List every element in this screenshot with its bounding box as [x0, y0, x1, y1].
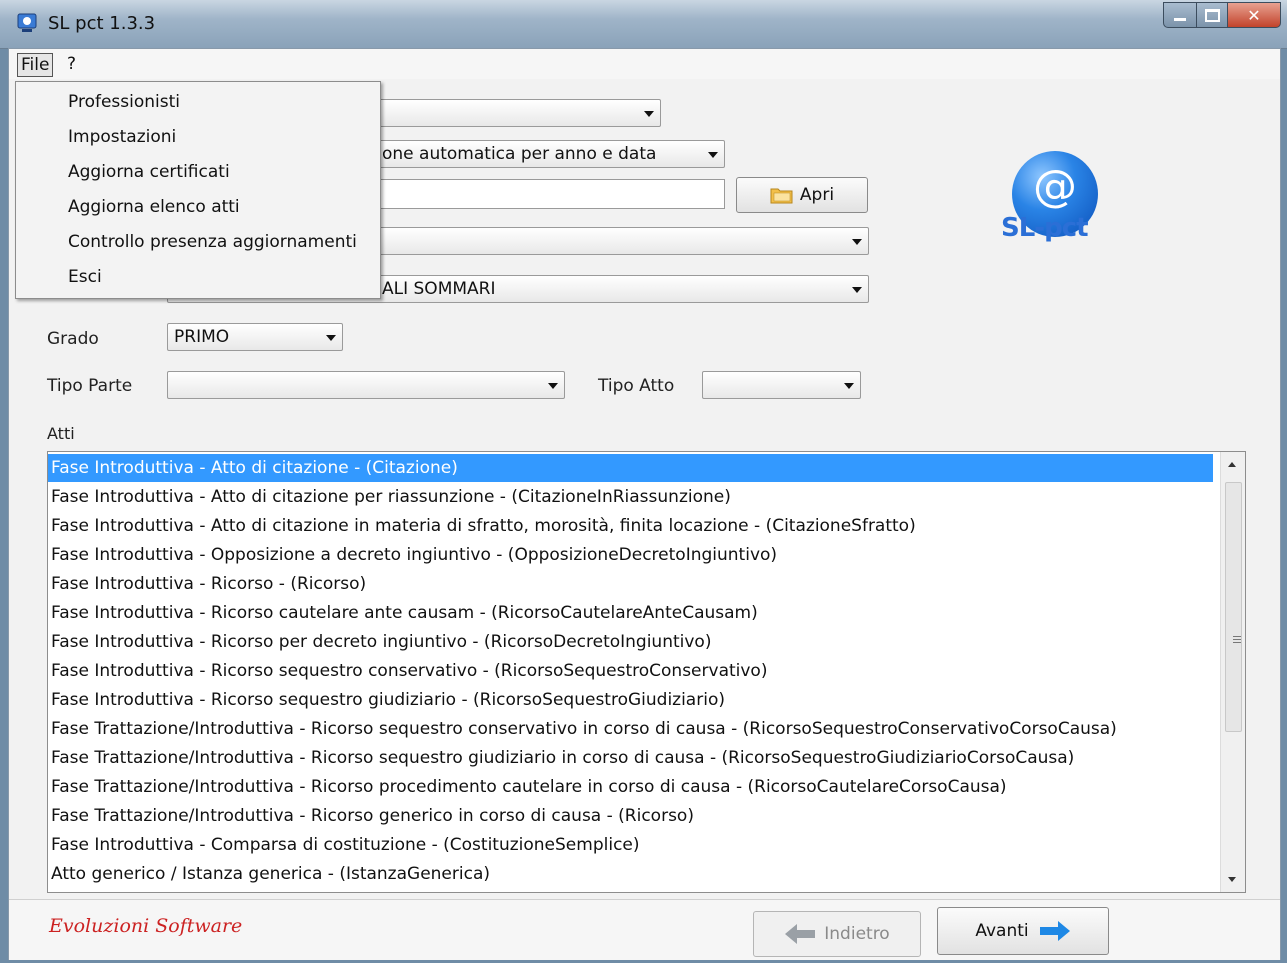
list-item[interactable]: Fase Trattazione/Introduttiva - Ricorso …: [48, 773, 1213, 801]
atti-label: Atti: [47, 424, 75, 443]
chevron-down-icon: [844, 383, 854, 389]
open-button[interactable]: Apri: [736, 177, 868, 213]
menu-item-aggiorna-elenco-atti[interactable]: Aggiorna elenco atti: [68, 197, 240, 217]
list-item[interactable]: Fase Introduttiva - Ricorso cautelare an…: [48, 599, 1213, 627]
file-menu-popup: Professionisti Impostazioni Aggiorna cer…: [15, 81, 381, 299]
menu-help[interactable]: ?: [64, 53, 79, 75]
open-button-label: Apri: [799, 185, 835, 205]
close-icon: ✕: [1247, 5, 1261, 25]
menu-item-professionisti[interactable]: Professionisti: [68, 92, 180, 112]
list-item[interactable]: Fase Introduttiva - Atto di citazione in…: [48, 512, 1213, 540]
list-item[interactable]: Fase Introduttiva - Ricorso per decreto …: [48, 628, 1213, 656]
list-item[interactable]: Fase Trattazione/Introduttiva - Ricorso …: [48, 802, 1213, 830]
list-item[interactable]: Fase Trattazione/Introduttiva - Ricorso …: [48, 744, 1213, 772]
window-title: SL pct 1.3.3: [48, 13, 156, 34]
list-item[interactable]: Fase Introduttiva - Ricorso sequestro gi…: [48, 686, 1213, 714]
grado-select[interactable]: PRIMO: [167, 323, 343, 351]
minimize-button[interactable]: [1163, 2, 1197, 28]
grip-icon: [1233, 636, 1241, 637]
chevron-down-icon: [644, 111, 654, 117]
back-button[interactable]: Indietro: [753, 911, 921, 957]
maximize-icon: [1204, 8, 1220, 22]
chevron-down-icon: [326, 335, 336, 341]
combo-2-value: one automatica per anno e data: [382, 144, 657, 164]
tipo-parte-select[interactable]: [167, 371, 565, 399]
next-button-label: Avanti: [975, 921, 1029, 941]
minimize-icon: [1174, 17, 1186, 21]
atti-list[interactable]: Fase Introduttiva - Atto di citazione - …: [47, 451, 1246, 893]
logo-at-symbol: @: [1033, 161, 1077, 212]
chevron-down-icon: [852, 239, 862, 245]
arrow-left-icon: [785, 924, 816, 944]
menubar: File ?: [9, 49, 1280, 79]
chevron-down-icon: [708, 152, 718, 158]
app-icon: [17, 13, 37, 32]
tipo-parte-label: Tipo Parte: [47, 376, 133, 396]
scrollbar-thumb[interactable]: [1225, 482, 1242, 732]
list-item[interactable]: Fase Introduttiva - Opposizione a decret…: [48, 541, 1213, 569]
list-item[interactable]: Fase Trattazione/Introduttiva - Ricorso …: [48, 715, 1213, 743]
next-button[interactable]: Avanti: [937, 907, 1109, 955]
list-item[interactable]: Atto generico / Istanza generica - (Ista…: [48, 860, 1213, 888]
tipo-atto-select[interactable]: [702, 371, 861, 399]
atti-list-scrollbar[interactable]: [1220, 452, 1245, 892]
brand-text: Evoluzioni Software: [49, 915, 243, 937]
window-client: File ? one automatica per anno e data Ap…: [8, 48, 1281, 960]
menu-item-controllo-aggiornamenti[interactable]: Controllo presenza aggiornamenti: [68, 232, 357, 252]
maximize-button[interactable]: [1197, 2, 1228, 28]
list-item[interactable]: Fase Introduttiva - Ricorso sequestro co…: [48, 657, 1213, 685]
window-titlebar[interactable]: SL pct 1.3.3 ✕: [0, 0, 1287, 49]
grado-select-value: PRIMO: [174, 327, 230, 347]
scroll-up-icon[interactable]: [1228, 462, 1236, 467]
combo-4-value: ALI SOMMARI: [382, 279, 496, 299]
chevron-down-icon: [852, 287, 862, 293]
list-item[interactable]: Fase Introduttiva - Atto di citazione pe…: [48, 483, 1213, 511]
list-item[interactable]: Fase Introduttiva - Comparsa di costituz…: [48, 831, 1213, 859]
close-button[interactable]: ✕: [1228, 2, 1281, 28]
chevron-down-icon: [548, 383, 558, 389]
tipo-atto-label: Tipo Atto: [598, 376, 675, 396]
menu-file[interactable]: File: [17, 53, 54, 77]
logo-text: SL-pct: [1001, 213, 1089, 243]
folder-icon: [770, 188, 793, 204]
scroll-down-icon[interactable]: [1228, 877, 1236, 882]
list-item[interactable]: Fase Introduttiva - Atto di citazione - …: [48, 454, 1213, 482]
menu-item-esci[interactable]: Esci: [68, 267, 102, 287]
list-item[interactable]: Fase Introduttiva - Ricorso - (Ricorso): [48, 570, 1213, 598]
menu-item-aggiorna-certificati[interactable]: Aggiorna certificati: [68, 162, 230, 182]
footer-bar: Evoluzioni Software Indietro Avanti: [9, 899, 1280, 960]
grado-label: Grado: [47, 329, 99, 349]
menu-item-impostazioni[interactable]: Impostazioni: [68, 127, 176, 147]
back-button-label: Indietro: [824, 924, 890, 944]
arrow-right-icon: [1039, 921, 1070, 941]
